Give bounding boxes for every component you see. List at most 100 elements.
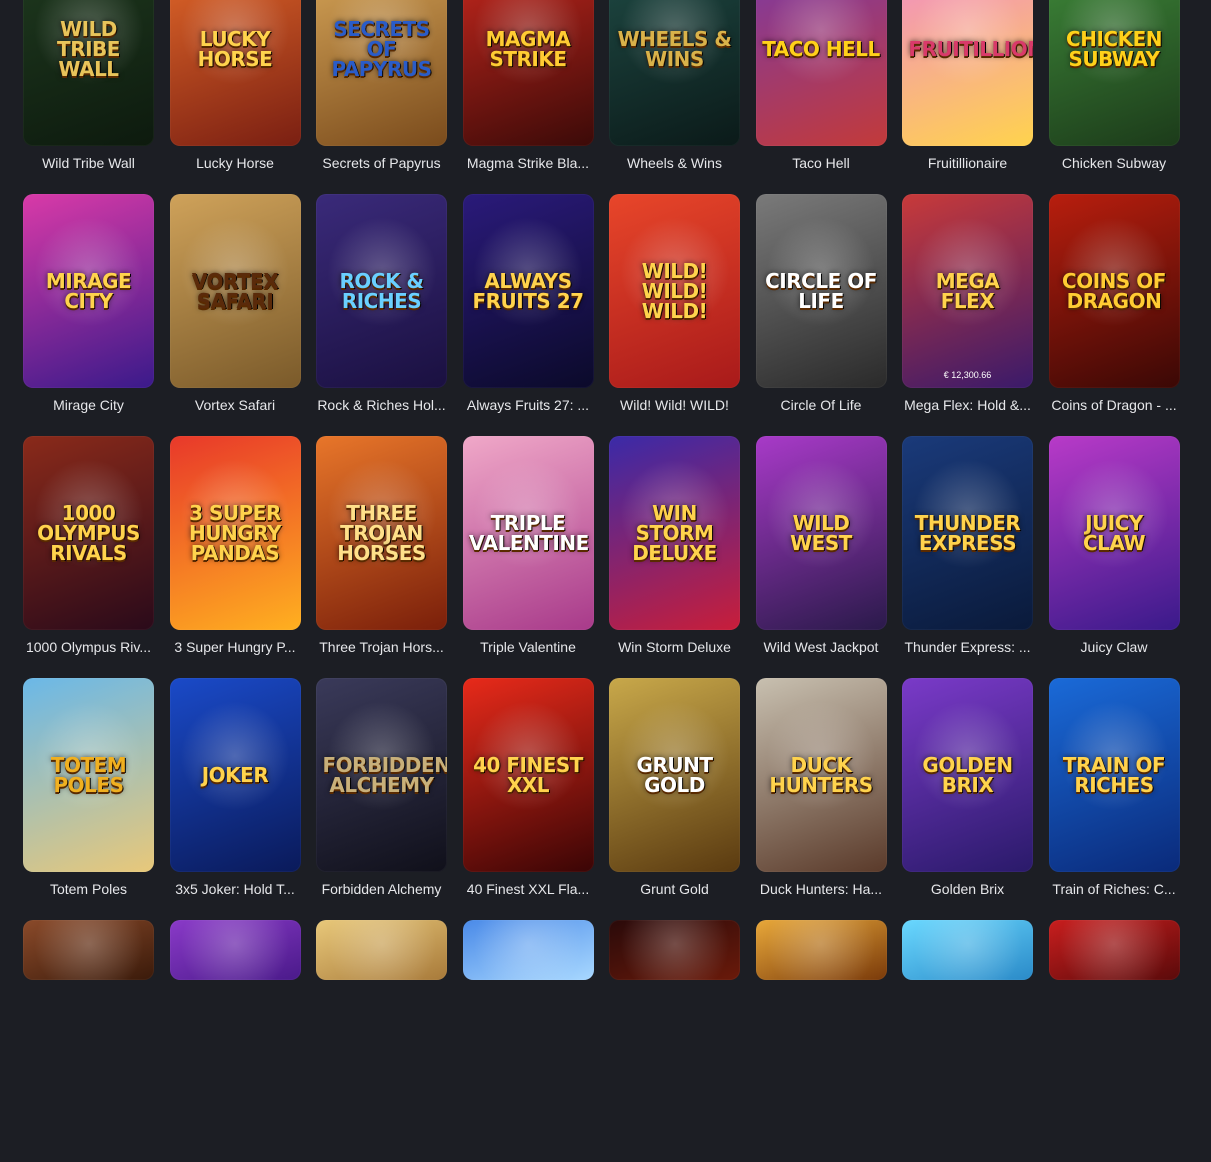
- game-thumbnail[interactable]: Mega Flex € 12,300.66: [902, 194, 1033, 388]
- game-thumbnail[interactable]: Win Storm Deluxe: [609, 436, 740, 630]
- game-tile[interactable]: Fruitillionaire Fruitillionaire: [902, 0, 1033, 194]
- game-title[interactable]: Totem Poles: [23, 881, 154, 898]
- game-title[interactable]: Duck Hunters: Ha...: [756, 881, 887, 898]
- game-tile[interactable]: [755, 920, 887, 1162]
- game-title[interactable]: Triple Valentine: [463, 639, 594, 656]
- game-tile[interactable]: Secrets of Papyrus Secrets of Papyrus: [316, 0, 447, 194]
- game-title[interactable]: Coins of Dragon - ...: [1049, 397, 1180, 414]
- game-thumbnail[interactable]: [902, 920, 1033, 980]
- game-tile[interactable]: Juicy Claw Juicy Claw: [1048, 436, 1180, 678]
- game-thumbnail[interactable]: Wild Tribe Wall: [23, 0, 154, 146]
- game-tile[interactable]: [462, 920, 594, 1162]
- game-title[interactable]: Golden Brix: [902, 881, 1033, 898]
- game-thumbnail[interactable]: [609, 920, 740, 980]
- game-title[interactable]: 40 Finest XXL Fla...: [463, 881, 594, 898]
- game-title[interactable]: Wild! Wild! WILD!: [609, 397, 740, 414]
- game-tile[interactable]: Lucky Horse Lucky Horse: [169, 0, 301, 194]
- game-thumbnail[interactable]: Juicy Claw: [1048, 436, 1180, 630]
- game-thumbnail[interactable]: 3 Super Hungry Pandas: [169, 436, 301, 630]
- game-tile[interactable]: Chicken Subway Chicken Subway: [1048, 0, 1180, 194]
- game-thumbnail[interactable]: [462, 920, 594, 980]
- game-title[interactable]: Circle Of Life: [756, 397, 887, 414]
- game-tile[interactable]: [23, 920, 154, 1162]
- game-tile[interactable]: Forbidden Alchemy Forbidden Alchemy: [316, 678, 447, 920]
- game-title[interactable]: Wild Tribe Wall: [23, 155, 154, 172]
- game-title[interactable]: Always Fruits 27: ...: [463, 397, 594, 414]
- game-thumbnail[interactable]: Chicken Subway: [1048, 0, 1180, 146]
- game-tile[interactable]: Taco Hell Taco Hell: [755, 0, 887, 194]
- game-tile[interactable]: Wheels & Wins Wheels & Wins: [609, 0, 740, 194]
- game-thumbnail[interactable]: Rock & Riches: [316, 194, 447, 388]
- game-thumbnail[interactable]: Vortex Safari: [169, 194, 301, 388]
- game-thumbnail[interactable]: Triple Valentine: [462, 436, 594, 630]
- game-title[interactable]: Thunder Express: ...: [902, 639, 1033, 656]
- game-tile[interactable]: Totem Poles Totem Poles: [23, 678, 154, 920]
- game-title[interactable]: Wheels & Wins: [609, 155, 740, 172]
- game-title[interactable]: Magma Strike Bla...: [463, 155, 594, 172]
- game-tile[interactable]: [316, 920, 447, 1162]
- game-title[interactable]: 3x5 Joker: Hold T...: [170, 881, 301, 898]
- game-tile[interactable]: Win Storm Deluxe Win Storm Deluxe: [609, 436, 740, 678]
- game-title[interactable]: Forbidden Alchemy: [316, 881, 447, 898]
- game-thumbnail[interactable]: Mirage City: [23, 194, 154, 388]
- game-title[interactable]: Secrets of Papyrus: [316, 155, 447, 172]
- game-tile[interactable]: [902, 920, 1033, 1162]
- game-title[interactable]: Train of Riches: C...: [1049, 881, 1180, 898]
- game-title[interactable]: Win Storm Deluxe: [609, 639, 740, 656]
- game-title[interactable]: 1000 Olympus Riv...: [23, 639, 154, 656]
- game-tile[interactable]: Grunt Gold Grunt Gold: [609, 678, 740, 920]
- game-tile[interactable]: Wild Tribe Wall Wild Tribe Wall: [23, 0, 154, 194]
- game-tile[interactable]: Wild West Wild West Jackpot: [755, 436, 887, 678]
- game-tile[interactable]: [609, 920, 740, 1162]
- game-title[interactable]: Mirage City: [23, 397, 154, 414]
- game-thumbnail[interactable]: Grunt Gold: [609, 678, 740, 872]
- game-title[interactable]: Wild West Jackpot: [756, 639, 887, 656]
- game-thumbnail[interactable]: Totem Poles: [23, 678, 154, 872]
- game-title[interactable]: Juicy Claw: [1049, 639, 1180, 656]
- game-thumbnail[interactable]: Secrets of Papyrus: [316, 0, 447, 146]
- game-thumbnail[interactable]: Taco Hell: [755, 0, 887, 146]
- game-thumbnail[interactable]: Coins of Dragon: [1048, 194, 1180, 388]
- game-tile[interactable]: Duck Hunters Duck Hunters: Ha...: [755, 678, 887, 920]
- game-title[interactable]: Rock & Riches Hol...: [316, 397, 447, 414]
- game-tile[interactable]: 1000 Olympus Rivals 1000 Olympus Riv...: [23, 436, 154, 678]
- game-tile[interactable]: Golden Brix Golden Brix: [902, 678, 1033, 920]
- game-thumbnail[interactable]: Wild! Wild! Wild!: [609, 194, 740, 388]
- game-title[interactable]: Mega Flex: Hold &...: [902, 397, 1033, 414]
- game-thumbnail[interactable]: Circle of Life: [755, 194, 887, 388]
- game-thumbnail[interactable]: Golden Brix: [902, 678, 1033, 872]
- game-thumbnail[interactable]: [23, 920, 154, 980]
- game-title[interactable]: Grunt Gold: [609, 881, 740, 898]
- game-tile[interactable]: 40 Finest XXL 40 Finest XXL Fla...: [462, 678, 594, 920]
- game-tile[interactable]: Joker 3x5 Joker: Hold T...: [169, 678, 301, 920]
- game-thumbnail[interactable]: Always Fruits 27: [462, 194, 594, 388]
- game-thumbnail[interactable]: [316, 920, 447, 980]
- game-tile[interactable]: Coins of Dragon Coins of Dragon - ...: [1048, 194, 1180, 436]
- game-thumbnail[interactable]: Three Trojan Horses: [316, 436, 447, 630]
- game-tile[interactable]: [169, 920, 301, 1162]
- game-thumbnail[interactable]: 1000 Olympus Rivals: [23, 436, 154, 630]
- game-tile[interactable]: Wild! Wild! Wild! Wild! Wild! WILD!: [609, 194, 740, 436]
- game-title[interactable]: Taco Hell: [756, 155, 887, 172]
- game-thumbnail[interactable]: Forbidden Alchemy: [316, 678, 447, 872]
- game-thumbnail[interactable]: Train of Riches: [1048, 678, 1180, 872]
- game-tile[interactable]: Always Fruits 27 Always Fruits 27: ...: [462, 194, 594, 436]
- game-title[interactable]: 3 Super Hungry P...: [170, 639, 301, 656]
- game-thumbnail[interactable]: Fruitillionaire: [902, 0, 1033, 146]
- game-thumbnail[interactable]: Thunder Express: [902, 436, 1033, 630]
- game-title[interactable]: Fruitillionaire: [902, 155, 1033, 172]
- game-thumbnail[interactable]: [169, 920, 301, 980]
- game-tile[interactable]: Magma Strike Magma Strike Bla...: [462, 0, 594, 194]
- game-tile[interactable]: Circle of Life Circle Of Life: [755, 194, 887, 436]
- game-thumbnail[interactable]: Joker: [169, 678, 301, 872]
- game-tile[interactable]: Three Trojan Horses Three Trojan Hors...: [316, 436, 447, 678]
- game-tile[interactable]: Mega Flex € 12,300.66 Mega Flex: Hold &...: [902, 194, 1033, 436]
- game-tile[interactable]: Thunder Express Thunder Express: ...: [902, 436, 1033, 678]
- game-thumbnail[interactable]: 40 Finest XXL: [462, 678, 594, 872]
- game-title[interactable]: Vortex Safari: [170, 397, 301, 414]
- game-thumbnail[interactable]: Magma Strike: [462, 0, 594, 146]
- game-thumbnail[interactable]: Wild West: [755, 436, 887, 630]
- game-tile[interactable]: Mirage City Mirage City: [23, 194, 154, 436]
- game-thumbnail[interactable]: Wheels & Wins: [609, 0, 740, 146]
- game-tile[interactable]: Rock & Riches Rock & Riches Hol...: [316, 194, 447, 436]
